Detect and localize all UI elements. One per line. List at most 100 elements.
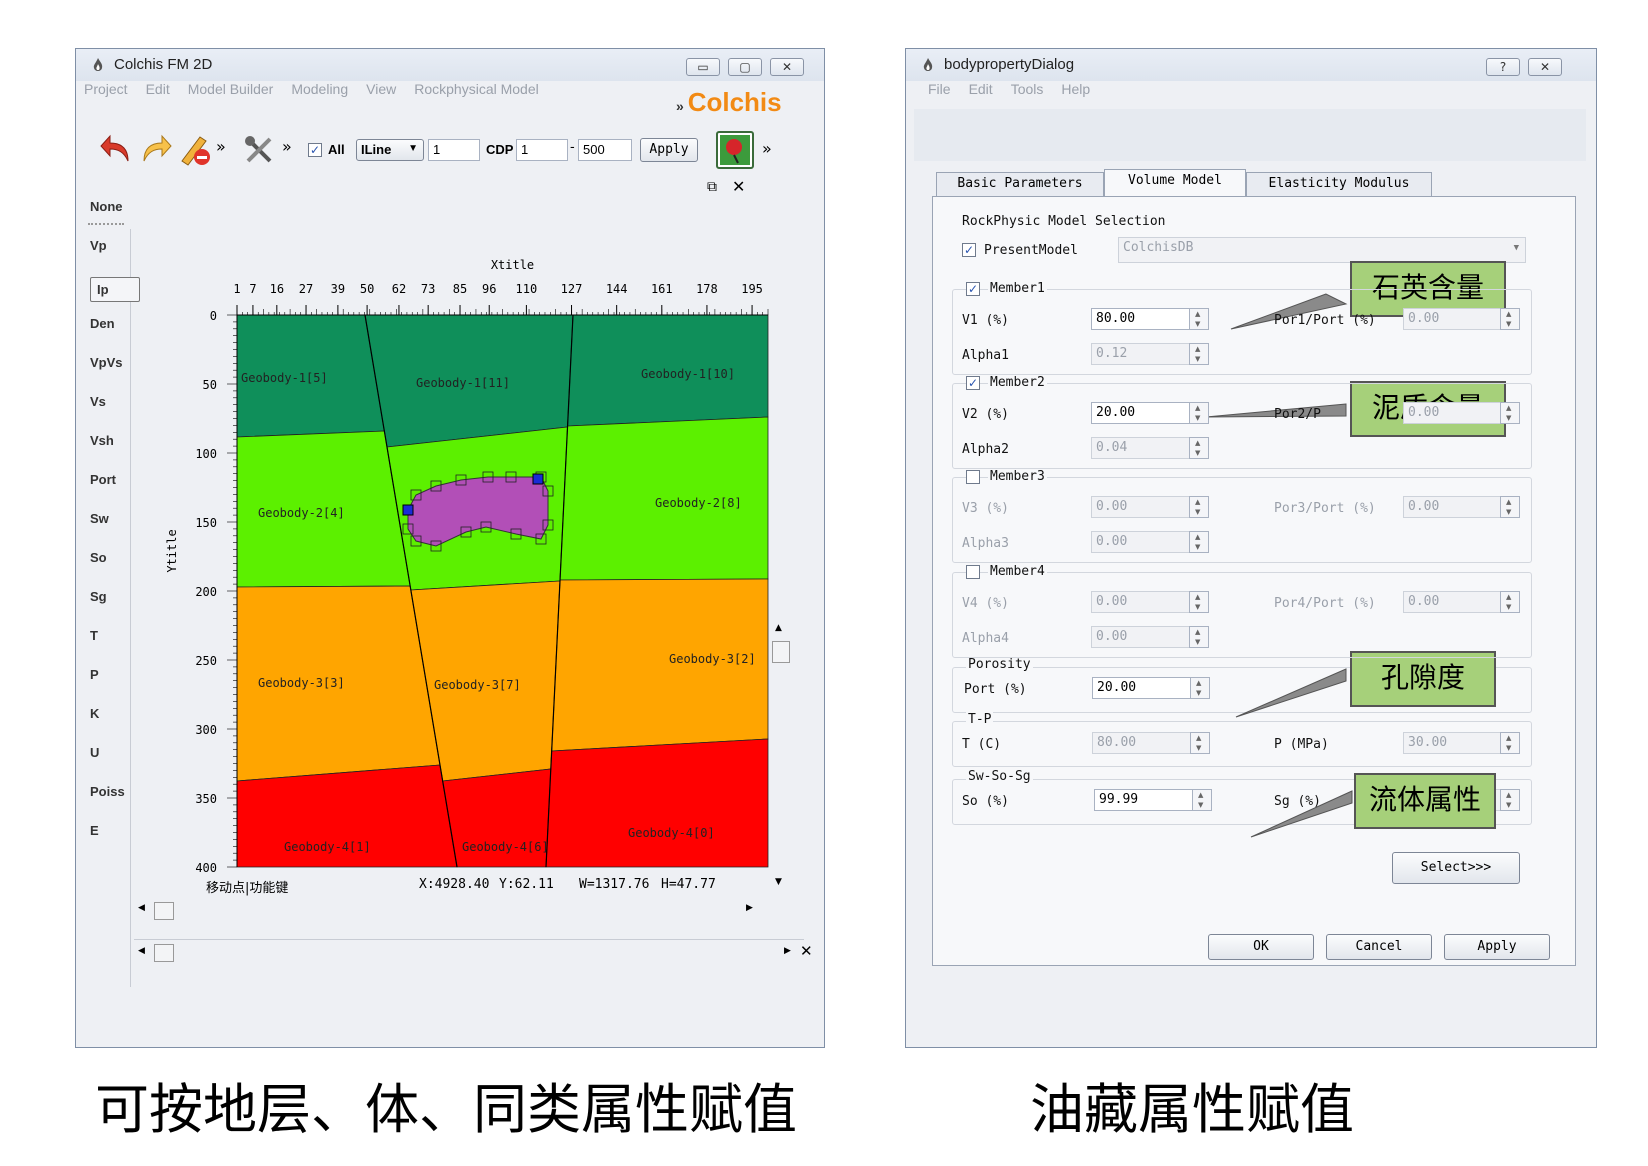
member4-alpha-input[interactable]: 0.00 <box>1091 626 1191 648</box>
dock-close-icon[interactable]: ✕ <box>732 177 745 196</box>
member4-por-spinner[interactable] <box>1500 591 1520 613</box>
erase-pen-icon[interactable] <box>178 131 214 167</box>
right-caption: 油藏属性赋值 <box>1030 1078 1354 1141</box>
float-icon[interactable]: ⧉ <box>707 179 717 195</box>
line-select[interactable]: ILine ▼ <box>356 139 424 161</box>
left-titlebar[interactable]: Colchis FM 2D ▭ ▢ ✕ <box>76 49 824 81</box>
hscroll-thumb-2[interactable] <box>154 944 174 962</box>
cdp-from-input[interactable]: 1 <box>516 139 568 161</box>
member4-checkbox[interactable] <box>966 565 980 579</box>
sidebar-item-poiss[interactable]: Poiss <box>90 784 126 799</box>
member4-v-spinner[interactable] <box>1189 591 1209 613</box>
member1-checkbox[interactable]: ✓ <box>966 282 980 296</box>
pick-body-button[interactable] <box>716 131 754 169</box>
sidebar-item-sg[interactable]: Sg <box>90 589 126 604</box>
horizontal-scrollbar[interactable]: ◀ ▶ <box>134 901 764 921</box>
toolbar-apply-button[interactable]: Apply <box>640 138 698 162</box>
member3-v-spinner[interactable] <box>1189 496 1209 518</box>
sidebar-item-port[interactable]: Port <box>90 472 126 487</box>
member1-alpha-input[interactable]: 0.12 <box>1091 343 1191 365</box>
member4-v-input[interactable]: 0.00 <box>1091 591 1191 613</box>
sidebar-item-p[interactable]: P <box>90 667 126 682</box>
member2-alpha-input[interactable]: 0.04 <box>1091 437 1191 459</box>
member3-por-input[interactable]: 0.00 <box>1403 496 1503 518</box>
menu-modeling[interactable]: Modeling <box>291 81 348 97</box>
bodyproperty-dialog: bodypropertyDialog ? ✕ File Edit Tools Help… <box>905 48 1597 1048</box>
toolbar-overflow-icon-3[interactable]: » <box>762 139 772 158</box>
toolbar-overflow-icon[interactable]: » <box>216 137 226 156</box>
sidebar-item-den[interactable]: Den <box>90 316 126 331</box>
member4-alpha-spinner[interactable] <box>1189 626 1209 648</box>
selected-point-handle[interactable] <box>532 473 544 485</box>
sidebar-item-sw[interactable]: Sw <box>90 511 126 526</box>
geobody-label: Geobody-2[8] <box>655 496 742 510</box>
sidebar-item-ip[interactable]: Ip <box>90 277 140 302</box>
sidebar-item-so[interactable]: So <box>90 550 126 565</box>
member2-por-input[interactable]: 0.00 <box>1403 402 1503 424</box>
sidebar-item-none[interactable]: None <box>90 199 126 214</box>
scroll-left-icon-2[interactable]: ◀ <box>138 946 145 956</box>
menu-view[interactable]: View <box>366 81 396 97</box>
menu-edit[interactable]: Edit <box>146 81 170 97</box>
member1-por-input[interactable]: 0.00 <box>1403 308 1503 330</box>
member1-alpha-spinner[interactable] <box>1189 343 1209 365</box>
all-checkbox[interactable]: ✓ <box>308 143 322 157</box>
menu-rockphysical-model[interactable]: Rockphysical Model <box>414 81 539 97</box>
member1-v-input[interactable]: 80.00 <box>1091 308 1191 330</box>
selected-point-handle[interactable] <box>402 504 414 516</box>
vertical-scrollbar[interactable]: ▲ ▼ <box>771 619 790 889</box>
member2-v-input[interactable]: 20.00 <box>1091 402 1191 424</box>
line-value-input[interactable]: 1 <box>428 139 480 161</box>
panel-close-icon[interactable]: ✕ <box>800 942 813 960</box>
member1-por-spinner[interactable] <box>1500 308 1520 330</box>
scroll-up-icon[interactable]: ▲ <box>775 623 782 633</box>
scroll-left-icon[interactable]: ◀ <box>138 903 145 913</box>
member1-title: Member1 <box>988 281 1047 296</box>
member3-checkbox[interactable] <box>966 470 980 484</box>
sidebar-item-vsh[interactable]: Vsh <box>90 433 126 448</box>
member3-v-input[interactable]: 0.00 <box>1091 496 1191 518</box>
status-bar: 移动点|功能键 X:4928.40 Y:62.11 W=1317.76 H=47… <box>206 877 766 899</box>
brand-logo: » Colchis <box>676 87 782 117</box>
x-tick-label: 7 <box>249 282 256 296</box>
member2-por-spinner[interactable] <box>1500 402 1520 424</box>
all-label: All <box>328 142 345 157</box>
sidebar-item-e[interactable]: E <box>90 823 126 838</box>
member3-alpha-input[interactable]: 0.00 <box>1091 531 1191 553</box>
hscroll-thumb[interactable] <box>154 902 174 920</box>
sidebar-item-vs[interactable]: Vs <box>90 394 126 409</box>
close-button[interactable]: ✕ <box>770 58 804 76</box>
member2-v-spinner[interactable] <box>1189 402 1209 424</box>
menu-model-builder[interactable]: Model Builder <box>188 81 274 97</box>
minimize-button[interactable]: ▭ <box>686 58 720 76</box>
layer-4-right-block <box>545 738 769 868</box>
undo-icon[interactable] <box>98 131 134 167</box>
tools-icon[interactable] <box>242 133 276 167</box>
sidebar-item-u[interactable]: U <box>90 745 126 760</box>
member2-checkbox[interactable]: ✓ <box>966 376 980 390</box>
x-tick-label: 16 <box>270 282 284 296</box>
scroll-down-icon[interactable]: ▼ <box>775 877 782 887</box>
cdp-to-input[interactable]: 500 <box>578 139 632 161</box>
x-tick-label: 110 <box>516 282 538 296</box>
member2-title: Member2 <box>988 375 1047 390</box>
horizontal-scrollbar-2[interactable]: ◀ ▶ ✕ <box>134 939 813 962</box>
sidebar-item-vpvs[interactable]: VpVs <box>90 355 126 370</box>
sidebar-item-vp[interactable]: Vp <box>90 238 126 253</box>
member2-alpha-spinner[interactable] <box>1189 437 1209 459</box>
sidebar-item-t[interactable]: T <box>90 628 126 643</box>
member4-por-input[interactable]: 0.00 <box>1403 591 1503 613</box>
toolbar-overflow-icon-2[interactable]: » <box>282 137 292 156</box>
member3-por-spinner[interactable] <box>1500 496 1520 518</box>
geobody-model-plot[interactable]: Geobody-1[5] Geobody-1[11] Geobody-1[10] Ge… <box>116 199 776 904</box>
scroll-right-icon[interactable]: ▶ <box>746 903 753 913</box>
member1-v-spinner[interactable] <box>1189 308 1209 330</box>
maximize-button[interactable]: ▢ <box>728 58 762 76</box>
redo-icon[interactable] <box>138 131 174 167</box>
scroll-thumb[interactable] <box>772 641 790 663</box>
member3-alpha-spinner[interactable] <box>1189 531 1209 553</box>
sidebar-item-k[interactable]: K <box>90 706 126 721</box>
member3-v-label: V3 (%) <box>962 501 1009 516</box>
scroll-right-icon-2[interactable]: ▶ <box>784 946 791 956</box>
menu-project[interactable]: Project <box>84 81 128 97</box>
